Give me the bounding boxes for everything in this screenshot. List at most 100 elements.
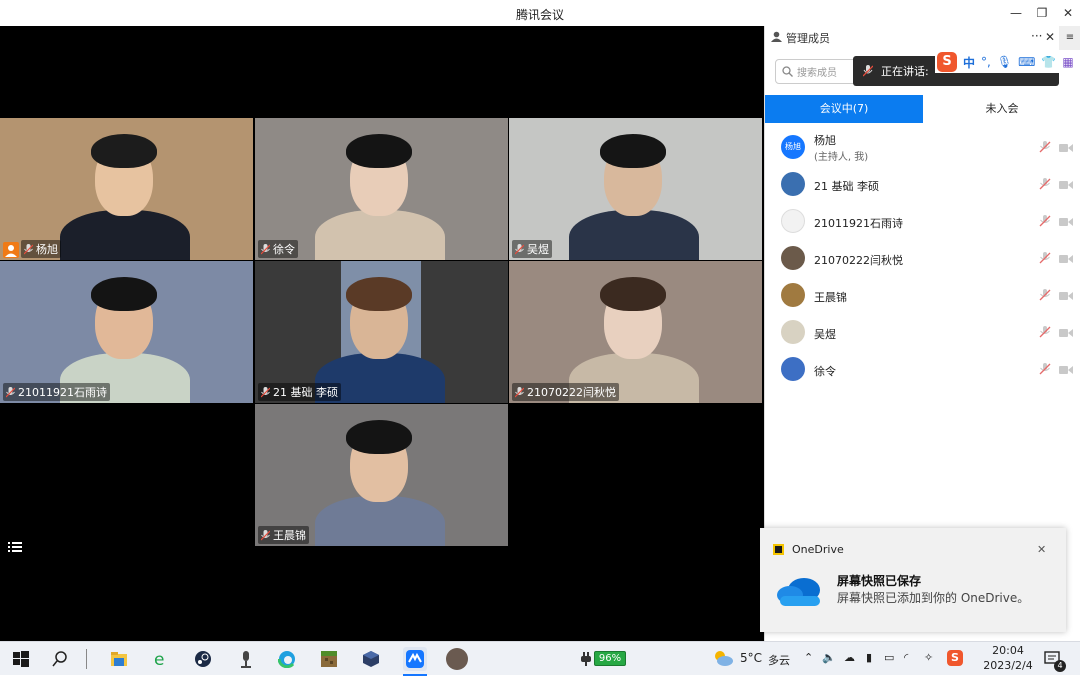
member-camera-off-icon[interactable] [1059, 179, 1073, 189]
video-tile[interactable]: 21 基础 李硕 [255, 261, 508, 403]
sogou-icon[interactable]: S [937, 52, 957, 72]
participant-label: 王晨锦 [258, 526, 309, 544]
app-cube-icon[interactable] [362, 650, 380, 668]
skin-icon[interactable]: 👕 [1041, 55, 1056, 69]
wifi-icon[interactable]: ◜ [904, 651, 908, 664]
user-avatar-taskbar-icon[interactable] [446, 648, 468, 670]
toolbox-icon[interactable]: ▦ [1062, 55, 1073, 69]
mic-off-icon [261, 243, 270, 255]
search-taskbar-icon[interactable] [52, 650, 70, 668]
avatar-text: 杨旭 [785, 142, 801, 151]
search-input[interactable]: 搜索成员 [775, 59, 857, 84]
participant-name: 吴煜 [527, 243, 549, 256]
member-camera-off-icon[interactable] [1059, 253, 1073, 263]
member-row[interactable]: 吴煜 [765, 314, 1080, 351]
mic-off-icon [261, 529, 270, 541]
member-camera-off-icon[interactable] [1059, 290, 1073, 300]
search-placeholder: 搜索成员 [797, 68, 837, 79]
microphone-app-icon[interactable] [237, 650, 255, 668]
more-icon[interactable]: ··· [1031, 29, 1042, 43]
mic-off-icon [515, 243, 524, 255]
battery-indicator[interactable]: 96% [594, 651, 626, 666]
participant-name: 王晨锦 [273, 529, 306, 542]
video-tile[interactable]: 王晨锦 [255, 404, 508, 546]
tab-in-meeting[interactable]: 会议中(7) [765, 95, 923, 123]
member-mic-off-icon[interactable] [1039, 326, 1051, 338]
member-row[interactable]: 21011921石雨诗 [765, 203, 1080, 240]
video-tile[interactable]: 杨旭 [0, 118, 253, 260]
member-avatar [781, 246, 805, 270]
mic-off-icon [261, 386, 270, 398]
volume-icon[interactable]: 🔈 [822, 651, 836, 664]
member-name: 杨旭 [814, 134, 836, 147]
ie-browser-icon[interactable]: e [152, 650, 170, 670]
mic-tray-icon[interactable]: ▮ [866, 651, 872, 664]
member-mic-off-icon[interactable] [1039, 215, 1051, 227]
tab-not-joined[interactable]: 未入会 [923, 95, 1080, 123]
minecraft-icon[interactable] [320, 650, 338, 668]
person-hair [91, 134, 157, 168]
sogou-tray-icon[interactable]: S [947, 650, 963, 666]
panel-menu-icon[interactable]: ≡ [1059, 26, 1080, 50]
member-name: 吴煜 [814, 328, 836, 341]
clock-date[interactable]: 2023/2/4 [976, 659, 1040, 672]
edge-icon[interactable] [277, 650, 296, 669]
ime-toolbar: S 中 °, 🎙 ⌨ 👕 ▦ [935, 51, 1080, 73]
minimize-button[interactable]: — [1004, 3, 1028, 23]
start-icon[interactable] [12, 650, 30, 668]
plug-icon [580, 652, 592, 669]
ime-mode[interactable]: 中 [963, 54, 975, 71]
member-tabs: 会议中(7) 未入会 [765, 95, 1080, 123]
panel-header: 管理成员 ··· ✕ ≡ [765, 26, 1080, 50]
toast-body: 屏幕快照已添加到你的 OneDrive。 [837, 591, 1030, 605]
panel-close-icon[interactable]: ✕ [1045, 30, 1055, 44]
list-view-icon[interactable] [8, 541, 22, 553]
tencent-meeting-taskbar-icon[interactable] [403, 647, 427, 671]
person-hair [600, 134, 666, 168]
voice-icon[interactable]: 🎙 [997, 55, 1012, 69]
member-row[interactable]: 21070222闫秋悦 [765, 240, 1080, 277]
punctuation-icon[interactable]: °, [981, 55, 991, 69]
video-tile[interactable]: 21011921石雨诗 [0, 261, 253, 403]
restore-button[interactable]: ❐ [1030, 3, 1054, 23]
steam-icon[interactable] [194, 650, 212, 668]
member-avatar [781, 320, 805, 344]
search-icon [782, 66, 793, 77]
speaking-label: 正在讲话: [881, 65, 929, 78]
video-tile[interactable]: 吴煜 [509, 118, 762, 260]
cloud-tray-icon[interactable]: ☁ [844, 651, 855, 664]
onedrive-notification[interactable]: OneDrive ✕ 屏幕快照已保存 屏幕快照已添加到你的 OneDrive。 [760, 528, 1066, 632]
member-mic-off-icon[interactable] [1039, 363, 1051, 375]
person-body [315, 210, 445, 260]
taskbar-divider [86, 649, 87, 669]
member-mic-off-icon[interactable] [1039, 289, 1051, 301]
member-row[interactable]: 王晨锦 [765, 277, 1080, 314]
video-tile[interactable]: 徐令 [255, 118, 508, 260]
weather-temp[interactable]: 5°C [740, 651, 762, 665]
member-row[interactable]: 杨旭 杨旭 (主持人, 我) [765, 129, 1080, 166]
member-name: 21 基础 李硕 [814, 180, 879, 193]
member-camera-off-icon[interactable] [1059, 216, 1073, 226]
weather-desc[interactable]: 多云 [768, 652, 790, 668]
battery-tray-icon[interactable]: ▭ [884, 651, 894, 664]
keyboard-icon[interactable]: ⌨ [1018, 55, 1035, 69]
weather-icon[interactable] [712, 649, 734, 670]
member-camera-off-icon[interactable] [1059, 364, 1073, 374]
chevron-up-icon[interactable]: ⌃ [804, 651, 813, 664]
network-icon[interactable]: ✧ [924, 651, 933, 664]
member-mic-off-icon[interactable] [1039, 178, 1051, 190]
toast-close-icon[interactable]: ✕ [1037, 543, 1046, 556]
member-avatar [781, 357, 805, 381]
member-camera-off-icon[interactable] [1059, 327, 1073, 337]
window-title: 腾讯会议 [515, 8, 564, 22]
member-mic-off-icon[interactable] [1039, 141, 1051, 153]
member-camera-off-icon[interactable] [1059, 142, 1073, 152]
clock-time[interactable]: 20:04 [988, 644, 1028, 657]
member-row[interactable]: 21 基础 李硕 [765, 166, 1080, 203]
member-mic-off-icon[interactable] [1039, 252, 1051, 264]
video-tile[interactable]: 21070222闫秋悦 [509, 261, 762, 403]
member-role: (主持人, 我) [814, 152, 869, 163]
member-row[interactable]: 徐令 [765, 351, 1080, 388]
close-button[interactable]: ✕ [1056, 3, 1080, 23]
file-explorer-icon[interactable] [110, 650, 128, 668]
